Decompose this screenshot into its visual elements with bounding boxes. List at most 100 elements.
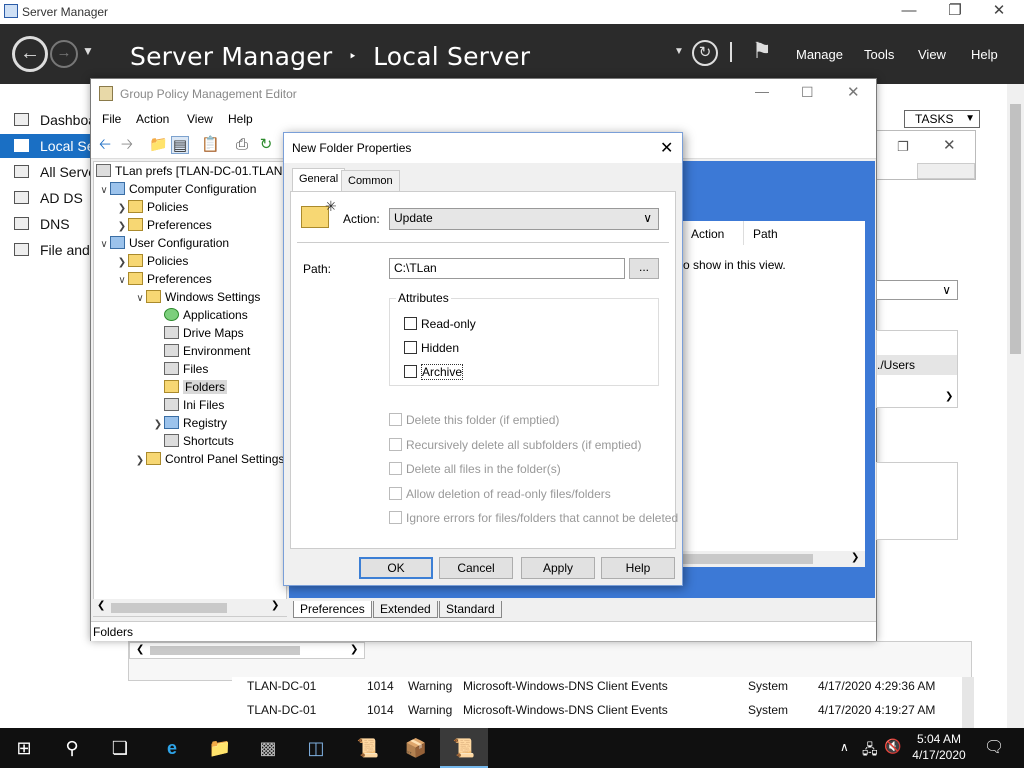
search-icon[interactable]: ⚲ [48, 728, 96, 768]
scroll-thumb[interactable] [150, 646, 300, 655]
tab-extended[interactable]: Extended [373, 601, 438, 618]
tree-drive-maps[interactable]: Drive Maps [94, 324, 286, 342]
action-center-icon[interactable]: 🗨 [984, 737, 1004, 757]
gpme-taskbar-icon[interactable]: 📦 [392, 728, 440, 768]
system-clock[interactable]: 5:04 AM 4/17/2020 [900, 731, 978, 763]
sidebar-item-local-server[interactable]: Local Server [0, 134, 92, 158]
powershell-icon[interactable]: ▩ [244, 728, 292, 768]
background-close-icon[interactable]: ✕ [943, 136, 956, 154]
internet-explorer-icon[interactable]: e [148, 728, 196, 768]
tree-folders[interactable]: Folders [94, 378, 286, 396]
events-vscroll[interactable] [962, 677, 974, 728]
sidebar-item-dns[interactable]: DNS [0, 212, 92, 236]
tree-control-panel[interactable]: ❯ Control Panel Settings [94, 450, 286, 468]
scroll-right-icon[interactable]: ❯ [851, 552, 859, 563]
hidden-checkbox[interactable] [404, 341, 417, 354]
readonly-checkbox-row[interactable]: Read-only [404, 317, 476, 331]
details-hscroll[interactable]: ❯ [683, 551, 865, 567]
tasks-dropdown[interactable]: TASKS ▼ [904, 110, 980, 128]
tab-general[interactable]: General [292, 168, 346, 192]
background-dropdown[interactable]: ∨ [876, 280, 958, 300]
expand-icon[interactable]: ❯ [152, 416, 164, 434]
menu-help[interactable]: Help [228, 112, 253, 126]
tree-applications[interactable]: Applications [94, 306, 286, 324]
column-header-action[interactable]: Action [691, 227, 724, 241]
server-manager-taskbar-icon[interactable]: ◫ [292, 728, 340, 768]
action-dropdown[interactable]: Update ∨ [389, 208, 659, 230]
menu-action[interactable]: Action [136, 112, 169, 126]
close-button[interactable]: ✕ [976, 0, 1022, 24]
file-explorer-icon[interactable]: 📁 [196, 728, 244, 768]
scroll-right-icon[interactable]: ❯ [271, 600, 279, 611]
scroll-left-icon[interactable]: ❮ [136, 644, 144, 655]
tab-standard[interactable]: Standard [439, 601, 502, 618]
tree-root[interactable]: TLan prefs [TLAN-DC-01.TLAN. [94, 162, 286, 180]
ok-button[interactable]: OK [359, 557, 433, 579]
print-icon[interactable]: ⎙ [233, 136, 251, 154]
archive-checkbox-row[interactable]: Archive [404, 364, 464, 380]
volume-muted-icon[interactable]: 🔇 [884, 738, 901, 755]
task-view-icon[interactable]: ❏ [96, 728, 144, 768]
tree-shortcuts[interactable]: Shortcuts [94, 432, 286, 450]
back-icon[interactable]: 🡠 [96, 136, 114, 154]
tree-files[interactable]: Files [94, 360, 286, 378]
scroll-thumb[interactable] [1010, 104, 1021, 354]
show-hidden-icons-icon[interactable]: ∧ [840, 740, 849, 754]
show-hide-tree-icon[interactable]: ▤ [171, 136, 189, 154]
collapse-icon[interactable]: ∨ [134, 290, 146, 308]
gpme-minimize-button[interactable]: — [755, 83, 769, 99]
tools-menu[interactable]: Tools [864, 47, 894, 62]
gpme-maximize-button[interactable]: ☐ [801, 84, 814, 101]
dialog-close-icon[interactable]: ✕ [660, 138, 673, 158]
sidebar-item-all-servers[interactable]: All Servers [0, 160, 92, 184]
hidden-checkbox-row[interactable]: Hidden [404, 341, 459, 355]
collapse-icon[interactable]: ∨ [98, 182, 110, 200]
scroll-thumb[interactable] [111, 603, 227, 613]
tree-cc-policies[interactable]: ❯ Policies [94, 198, 286, 216]
forward-arrow-icon[interactable]: → [50, 40, 78, 68]
apply-button[interactable]: Apply [521, 557, 595, 579]
background-maximize-icon[interactable]: ❐ [897, 139, 909, 155]
notifications-flag-icon[interactable]: ⚑ [752, 38, 772, 64]
tab-common[interactable]: Common [341, 170, 400, 192]
start-windows-icon[interactable]: ⊞ [0, 728, 48, 768]
tree-uc-policies[interactable]: ❯ Policies [94, 252, 286, 270]
sidebar-item-file-storage[interactable]: File and Storage Services [0, 238, 92, 262]
minimize-button[interactable]: — [886, 0, 932, 24]
network-icon[interactable]: 🖧 [862, 739, 878, 763]
list-item[interactable]: ./Users [877, 355, 957, 375]
tree-computer-configuration[interactable]: ∨ Computer Configuration [94, 180, 286, 198]
readonly-checkbox[interactable] [404, 317, 417, 330]
menu-view[interactable]: View [187, 112, 213, 126]
expand-icon[interactable]: ❯ [134, 452, 146, 470]
gpme-editor-taskbar-icon[interactable]: 📜 [440, 728, 488, 768]
sidebar-item-dashboard[interactable]: Dashboard [0, 108, 92, 132]
help-menu[interactable]: Help [971, 47, 998, 62]
tree-environment[interactable]: Environment [94, 342, 286, 360]
tree-ini-files[interactable]: Ini Files [94, 396, 286, 414]
gpme-close-button[interactable]: ✕ [847, 83, 860, 101]
refresh-icon[interactable]: ↻ [692, 40, 718, 66]
browse-button[interactable]: ... [629, 258, 659, 279]
refresh-icon[interactable]: ↻ [257, 136, 275, 154]
view-menu[interactable]: View [918, 47, 946, 62]
tree-cc-preferences[interactable]: ❯ Preferences [94, 216, 286, 234]
scroll-thumb[interactable] [683, 554, 813, 564]
tree-windows-settings[interactable]: ∨ Windows Settings [94, 288, 286, 306]
help-button[interactable]: Help [601, 557, 675, 579]
forward-icon[interactable]: 🡢 [118, 136, 136, 154]
scroll-right-icon[interactable]: ❯ [945, 391, 953, 402]
events-hscroll[interactable]: ❮ ❯ [129, 642, 365, 659]
column-header-path[interactable]: Path [753, 227, 778, 241]
path-input[interactable]: C:\TLan [389, 258, 625, 279]
refresh-dropdown-icon[interactable]: ▼ [674, 46, 684, 57]
tab-preferences[interactable]: Preferences [293, 601, 372, 618]
tree-user-configuration[interactable]: ∨ User Configuration [94, 234, 286, 252]
properties-icon[interactable]: 📋 [201, 136, 220, 154]
scroll-left-icon[interactable]: ❮ [97, 600, 105, 611]
history-dropdown-icon[interactable]: ▼ [82, 44, 94, 58]
menu-file[interactable]: File [102, 112, 121, 126]
back-arrow-icon[interactable]: ← [12, 36, 48, 72]
collapse-icon[interactable]: ∨ [116, 272, 128, 290]
maximize-button[interactable]: ❐ [932, 0, 978, 24]
